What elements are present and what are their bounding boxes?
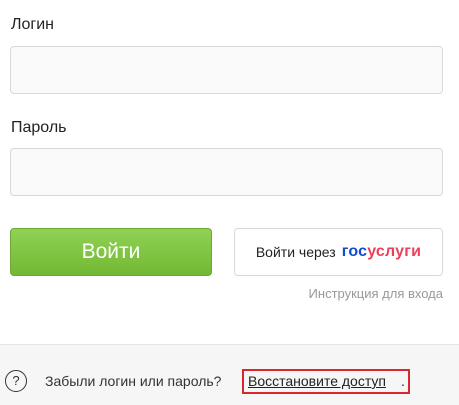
restore-access-link[interactable]: Восстановите доступ xyxy=(248,373,386,389)
login-input[interactable] xyxy=(11,47,442,93)
gosuslugi-logo-part2: услуги xyxy=(367,243,422,260)
gosuslugi-prefix: Войти через xyxy=(255,244,336,260)
password-label: Пароль xyxy=(11,119,67,136)
gosuslugi-logo-part1: гос xyxy=(341,243,368,260)
trailing-dot: . xyxy=(401,373,405,389)
gosuslugi-login-button[interactable]: Войти через госуслуги xyxy=(234,228,443,276)
help-icon: ? xyxy=(5,370,27,392)
gosuslugi-logo: госуслуги xyxy=(342,243,421,261)
login-label: Логин xyxy=(11,16,55,33)
password-input[interactable] xyxy=(11,149,442,195)
instruction-link[interactable]: Инструкция для входа xyxy=(309,286,443,301)
login-button[interactable]: Войти xyxy=(10,228,212,276)
forgot-text: Забыли логин или пароль? xyxy=(45,373,222,389)
password-field[interactable] xyxy=(10,148,443,196)
login-field[interactable] xyxy=(10,46,443,94)
